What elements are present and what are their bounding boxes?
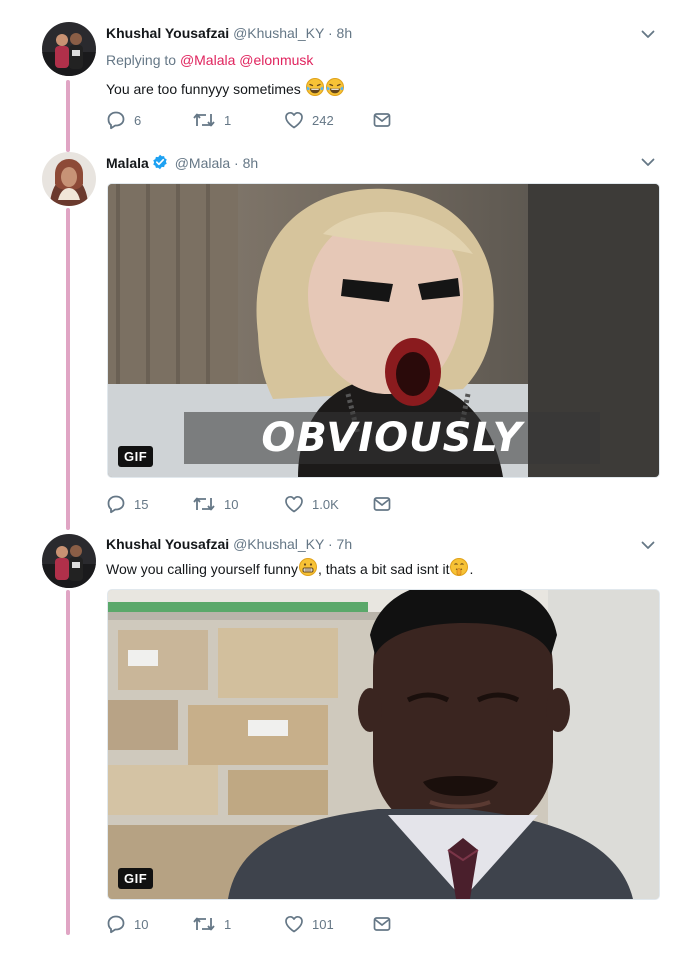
like-icon (284, 494, 304, 514)
gif-badge: GIF (118, 446, 154, 467)
tweet-header: Khushal Yousafzai @Khushal_KY · 7h (106, 536, 352, 552)
tweet-header: Malala @Malala · 8h (106, 154, 258, 171)
tweet-text-content: . (469, 561, 474, 577)
like-button[interactable]: 1.0K (284, 494, 339, 514)
tweet-header: Khushal Yousafzai @Khushal_KY · 8h (106, 25, 352, 41)
tweet-text-content: Wow you calling yourself funny (106, 561, 298, 577)
like-button[interactable]: 101 (284, 914, 334, 934)
gif-caption: OBVIOUSLY (261, 415, 523, 461)
like-icon (284, 110, 304, 130)
dm-button[interactable] (372, 914, 392, 934)
hand-over-mouth-emoji-icon (449, 557, 469, 577)
separator-dot: · (327, 25, 333, 41)
user-handle[interactable]: @Khushal_KY (233, 25, 324, 41)
tweet-text: You are too funnyyy sometimes (106, 77, 345, 97)
grimacing-emoji-icon (298, 557, 318, 577)
like-count: 242 (312, 112, 334, 128)
timestamp[interactable]: 7h (337, 536, 353, 552)
separator-dot: · (234, 155, 239, 171)
like-icon (284, 914, 304, 934)
reply-button[interactable]: 6 (106, 110, 141, 130)
joy-emoji-icon (305, 77, 325, 97)
reply-button[interactable]: 10 (106, 914, 148, 934)
reply-count: 15 (134, 496, 149, 512)
dm-button[interactable] (372, 110, 392, 130)
gif-badge: GIF (118, 868, 154, 889)
timestamp[interactable]: 8h (337, 25, 353, 41)
timestamp[interactable]: 8h (243, 155, 259, 171)
retweet-button[interactable]: 10 (192, 494, 238, 514)
tweet-actions: 15 10 1.0K (106, 494, 406, 514)
tweet-actions: 6 1 242 (106, 110, 406, 130)
tweet-actions: 10 1 101 (106, 914, 406, 934)
tweet[interactable]: Malala @Malala · 8h OBVIOUSLY GIF 15 10 … (0, 140, 700, 520)
avatar[interactable] (42, 22, 96, 76)
gif-image (108, 590, 659, 899)
gif-media[interactable]: OBVIOUSLY GIF (107, 183, 660, 478)
chevron-down-icon[interactable] (640, 537, 656, 553)
retweet-count: 1 (224, 112, 232, 128)
avatar[interactable] (42, 534, 96, 588)
retweet-button[interactable]: 1 (192, 914, 231, 934)
display-name[interactable]: Malala (106, 155, 149, 171)
like-button[interactable]: 242 (284, 110, 334, 130)
mention-link[interactable]: @Malala (180, 52, 235, 68)
dm-button[interactable] (372, 494, 392, 514)
mention-link[interactable]: @elonmusk (239, 52, 313, 68)
retweet-icon (192, 914, 216, 934)
chevron-down-icon[interactable] (640, 154, 656, 170)
gif-media[interactable]: GIF (107, 589, 660, 900)
display-name[interactable]: Khushal Yousafzai (106, 536, 229, 552)
reply-icon (106, 110, 126, 130)
dm-icon (372, 110, 392, 130)
tweet-text-content: You are too funnyyy sometimes (106, 81, 301, 97)
dm-icon (372, 914, 392, 934)
like-count: 101 (312, 916, 334, 932)
replying-to: Replying to @Malala @elonmusk (106, 52, 313, 68)
chevron-down-icon[interactable] (640, 26, 656, 42)
reply-count: 6 (134, 112, 142, 128)
user-handle[interactable]: @Khushal_KY (233, 536, 324, 552)
reply-count: 10 (134, 916, 149, 932)
retweet-button[interactable]: 1 (192, 110, 231, 130)
retweet-count: 10 (224, 496, 239, 512)
display-name[interactable]: Khushal Yousafzai (106, 25, 229, 41)
like-count: 1.0K (312, 496, 339, 512)
verified-badge-icon (152, 154, 168, 170)
tweet-text-content: , thats a bit sad isnt it (317, 561, 450, 577)
retweet-count: 1 (224, 916, 232, 932)
replying-to-label: Replying to (106, 52, 177, 68)
avatar[interactable] (42, 152, 96, 206)
retweet-icon (192, 494, 216, 514)
retweet-icon (192, 110, 216, 130)
reply-icon (106, 494, 126, 514)
reply-button[interactable]: 15 (106, 494, 148, 514)
user-handle[interactable]: @Malala (175, 155, 230, 171)
joy-emoji-icon (325, 77, 345, 97)
tweet[interactable]: Khushal Yousafzai @Khushal_KY · 8h Reply… (0, 0, 700, 140)
separator-dot: · (327, 536, 333, 552)
tweet[interactable]: Khushal Yousafzai @Khushal_KY · 7h Wow y… (0, 520, 700, 955)
tweet-text: Wow you calling yourself funny , thats a … (106, 557, 473, 577)
reply-icon (106, 914, 126, 934)
dm-icon (372, 494, 392, 514)
